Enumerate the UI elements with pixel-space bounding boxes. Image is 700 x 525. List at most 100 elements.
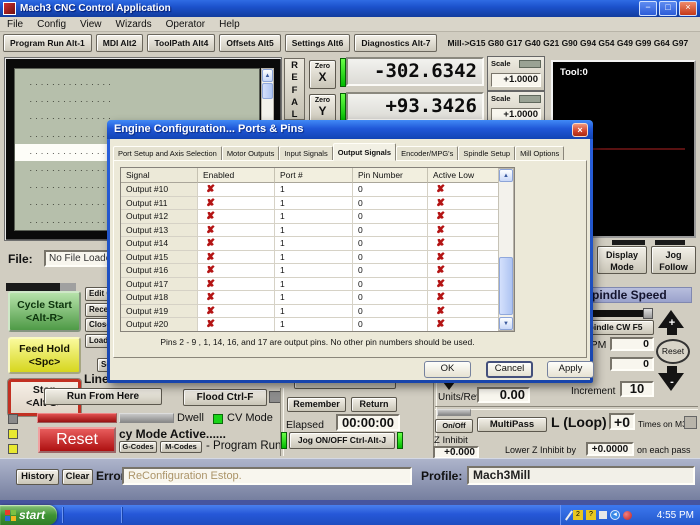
loop-count-value[interactable]: +0 <box>609 413 635 430</box>
tab-spindle-setup[interactable]: Spindle Setup <box>458 146 515 161</box>
enabled-cell[interactable] <box>198 251 275 265</box>
table-row[interactable]: Output #16 1 0 <box>121 264 514 278</box>
port-cell[interactable]: 1 <box>275 305 353 319</box>
port-cell[interactable]: 1 <box>275 197 353 211</box>
z-inhibit-onoff-button[interactable]: On/Off <box>435 419 473 433</box>
pin-cell[interactable]: 0 <box>353 251 428 265</box>
scrollbar-thumb[interactable] <box>499 257 513 315</box>
table-scrollbar[interactable] <box>498 168 514 331</box>
maximize-button[interactable]: □ <box>659 1 677 16</box>
pin-cell[interactable]: 0 <box>353 237 428 251</box>
enabled-cell[interactable] <box>198 224 275 238</box>
active-low-cell[interactable] <box>428 251 500 265</box>
scroll-up-icon[interactable] <box>262 69 273 82</box>
port-cell[interactable]: 1 <box>275 291 353 305</box>
table-row[interactable]: Output #10 1 0 <box>121 183 514 197</box>
x-scale-value[interactable]: +1.0000 <box>491 73 541 87</box>
tray-badge-2-icon[interactable]: 2 <box>573 510 583 520</box>
table-row[interactable]: Output #14 1 0 <box>121 237 514 251</box>
return-button[interactable]: Return <box>351 397 397 412</box>
active-low-cell[interactable] <box>428 197 500 211</box>
ok-button[interactable]: OK <box>424 361 471 378</box>
pin-cell[interactable]: 0 <box>353 224 428 238</box>
history-button[interactable]: History <box>16 469 59 485</box>
active-low-cell[interactable] <box>428 210 500 224</box>
enabled-cell[interactable] <box>198 305 275 319</box>
ref-all-button[interactable]: REFALL <box>284 58 305 120</box>
tab-offsets[interactable]: Offsets Alt5 <box>219 34 280 52</box>
scroll-down-icon[interactable] <box>499 317 513 330</box>
port-cell[interactable]: 1 <box>275 224 353 238</box>
start-button[interactable]: start <box>0 505 57 525</box>
active-low-cell[interactable] <box>428 224 500 238</box>
active-low-cell[interactable] <box>428 305 500 319</box>
tab-output-signals[interactable]: Output Signals <box>333 143 396 161</box>
enabled-cell[interactable] <box>198 278 275 292</box>
scrollbar-thumb[interactable] <box>262 83 273 99</box>
y-dro-value[interactable]: +93.3426 <box>346 92 484 121</box>
table-row[interactable]: Output #11 1 0 <box>121 197 514 211</box>
port-cell[interactable]: 1 <box>275 251 353 265</box>
dialog-titlebar[interactable]: Engine Configuration... Ports & Pins <box>107 120 593 139</box>
spindle-down-arrow[interactable]: - <box>658 366 686 393</box>
pin-cell[interactable]: 0 <box>353 278 428 292</box>
menu-view[interactable]: View <box>73 19 109 30</box>
port-cell[interactable]: 1 <box>275 237 353 251</box>
x-dro-value[interactable]: -302.6342 <box>346 57 484 86</box>
menu-wizards[interactable]: Wizards <box>109 19 159 30</box>
table-row[interactable]: Output #19 1 0 <box>121 305 514 319</box>
enabled-cell[interactable] <box>198 183 275 197</box>
multipass-button[interactable]: MultiPass <box>477 417 547 432</box>
tab-diagnostics[interactable]: Diagnostics Alt-7 <box>354 34 437 52</box>
pin-cell[interactable]: 0 <box>353 197 428 211</box>
display-mode-button[interactable]: Display Mode <box>597 246 647 274</box>
pin-cell[interactable]: 0 <box>353 264 428 278</box>
port-cell[interactable]: 1 <box>275 210 353 224</box>
tray-help-icon[interactable]: ? <box>586 510 596 520</box>
table-row[interactable]: Output #13 1 0 <box>121 224 514 238</box>
m30-checkbox[interactable] <box>684 416 697 429</box>
pin-cell[interactable]: 0 <box>353 210 428 224</box>
port-cell[interactable]: 1 <box>275 278 353 292</box>
clock[interactable]: 4:55 PM <box>657 510 700 521</box>
active-low-cell[interactable] <box>428 183 500 197</box>
port-cell[interactable]: 1 <box>275 264 353 278</box>
table-row[interactable]: Output #17 1 0 <box>121 278 514 292</box>
port-cell[interactable]: 1 <box>275 183 353 197</box>
active-low-cell[interactable] <box>428 318 500 332</box>
tab-motor-outputs[interactable]: Motor Outputs <box>222 146 280 161</box>
menu-operator[interactable]: Operator <box>159 19 212 30</box>
tab-toolpath[interactable]: ToolPath Alt4 <box>147 34 215 52</box>
flood-button[interactable]: Flood Ctrl-F <box>183 389 267 406</box>
clear-button[interactable]: Clear <box>62 469 93 485</box>
reset-button[interactable]: Reset <box>38 427 116 453</box>
dialog-close-button[interactable]: × <box>572 123 588 137</box>
zero-x-button[interactable]: Zero X <box>309 60 336 89</box>
active-low-cell[interactable] <box>428 291 500 305</box>
enabled-cell[interactable] <box>198 291 275 305</box>
gcodes-button[interactable]: G-Codes <box>119 441 157 453</box>
lower-z-inhibit-value[interactable]: +0.0000 <box>586 442 634 456</box>
close-button[interactable]: × <box>679 1 697 16</box>
tab-input-signals[interactable]: Input Signals <box>279 146 332 161</box>
jog-onoff-button[interactable]: Jog ON/OFF Ctrl-Alt-J <box>289 432 395 449</box>
remember-button[interactable]: Remember <box>287 397 346 412</box>
table-row[interactable]: Output #18 1 0 <box>121 291 514 305</box>
enabled-cell[interactable] <box>198 264 275 278</box>
pin-cell[interactable]: 0 <box>353 183 428 197</box>
enabled-cell[interactable] <box>198 318 275 332</box>
zero-y-button[interactable]: Zero Y <box>309 94 336 123</box>
menu-help[interactable]: Help <box>212 19 247 30</box>
spindle-slider-thumb[interactable] <box>643 308 653 319</box>
increment-value[interactable]: 10 <box>620 381 654 397</box>
apply-button[interactable]: Apply <box>547 361 594 378</box>
enabled-cell[interactable] <box>198 237 275 251</box>
table-row[interactable]: Output #12 1 0 <box>121 210 514 224</box>
table-row[interactable]: Output #15 1 0 <box>121 251 514 265</box>
tray-generic-icon[interactable] <box>599 511 607 519</box>
gcode-line[interactable]: ............... <box>15 75 259 92</box>
minimize-button[interactable]: − <box>639 1 657 16</box>
cycle-start-button[interactable]: Cycle Start <Alt-R> <box>8 291 81 332</box>
tab-port-setup[interactable]: Port Setup and Axis Selection <box>113 146 222 161</box>
spindle-reset-button[interactable]: Reset <box>656 339 690 364</box>
